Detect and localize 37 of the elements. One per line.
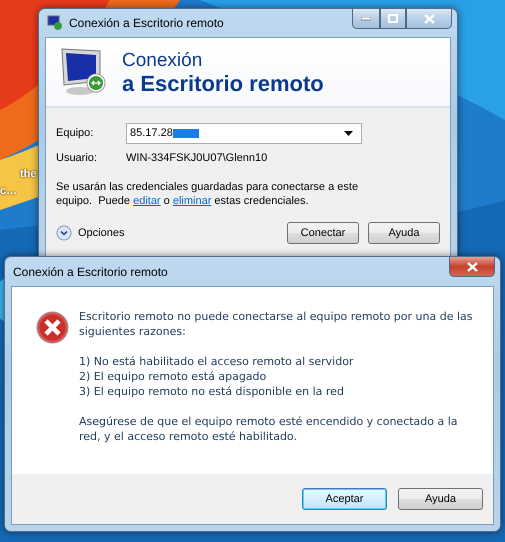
error-icon xyxy=(36,311,69,344)
desktop-icon-label: c… xyxy=(0,185,18,197)
window-title: Conexión a Escritorio remoto xyxy=(69,16,225,30)
close-button[interactable] xyxy=(449,257,495,277)
dialog-button[interactable]: Ayuda xyxy=(398,488,483,510)
link[interactable]: eliminar xyxy=(172,195,212,207)
dialog-button[interactable]: Aceptar xyxy=(302,488,387,510)
dialog-title: Conexión a Escritorio remoto xyxy=(13,264,169,278)
app-title: Conexión xyxy=(122,49,204,72)
maximize-button[interactable] xyxy=(380,9,406,29)
user-name: WIN-334FSKJ0U07\Glenn10 xyxy=(126,152,268,164)
minimize-icon xyxy=(361,16,371,20)
link[interactable]: editar xyxy=(133,195,161,207)
desktop-icon-label: the xyxy=(20,168,36,180)
minimize-button[interactable] xyxy=(352,9,380,29)
advice-text: Asegúrese de que el equipo remoto esté encendido y conectado a la red, y el acceso remoto esté habilitado. xyxy=(79,414,459,444)
credentials-note: Se usarán las credenciales guardadas para conectarse a este equipo. Puede editar o eliminar estas credenciales. xyxy=(56,180,360,208)
monitor-icon xyxy=(60,47,108,97)
reason-text: 3) El equipo remoto no está disponible en la red xyxy=(79,384,345,399)
expand-icon xyxy=(56,225,72,241)
app-title: a Escritorio remoto xyxy=(122,72,324,95)
maximize-icon xyxy=(388,14,398,23)
monitor-icon xyxy=(47,15,63,31)
dialog-button[interactable]: Conectar xyxy=(287,222,359,244)
close-icon xyxy=(424,14,434,24)
dropdown-arrow-icon xyxy=(344,130,353,136)
close-button[interactable] xyxy=(406,9,452,29)
computer-combo-box[interactable]: 85.17.28 xyxy=(126,122,362,144)
error-message: Escritorio remoto no puede conectarse al equipo remoto por una de las siguientes razones: xyxy=(79,309,474,339)
close-icon xyxy=(466,262,478,272)
options-toggle[interactable]: Opciones xyxy=(56,225,124,241)
field-label: Equipo: xyxy=(56,127,94,139)
reason-text: 1) No está habilitado el acceso remoto al servidor xyxy=(79,354,354,369)
redaction-mark xyxy=(172,128,199,138)
reason-text: 2) El equipo remoto está apagado xyxy=(79,369,268,384)
field-label: Usuario: xyxy=(56,152,98,164)
dialog-button[interactable]: Ayuda xyxy=(368,222,440,244)
